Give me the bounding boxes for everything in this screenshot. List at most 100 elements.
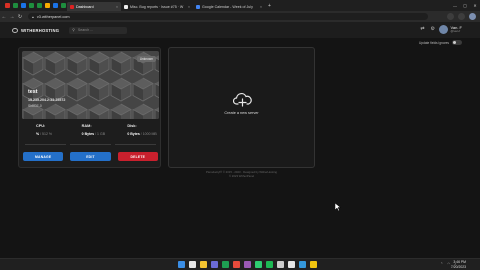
stat-label: Disk: xyxy=(127,124,137,128)
search-input[interactable]: ⚲ Search ... xyxy=(69,26,128,34)
tab-close-icon[interactable]: × xyxy=(260,5,262,9)
tab-close-icon[interactable]: × xyxy=(116,5,118,9)
logo-text: WITHERHOSTING xyxy=(21,27,60,33)
browser-tab[interactable]: Google Calendar - Week of July × xyxy=(193,2,265,11)
footer-line: © 2023 WitherPanel xyxy=(228,174,255,178)
taskbar-app-icon[interactable] xyxy=(288,261,295,268)
server-card: Unknown test 15.235.204.2:33:25572 ShbCE… xyxy=(18,47,161,168)
toggle-switch[interactable] xyxy=(452,40,462,45)
clock-time: 3:46 PM xyxy=(453,260,466,264)
pinned-tab-icon[interactable] xyxy=(36,3,42,8)
server-node: ShbCE-0 xyxy=(28,104,42,108)
usage-bars xyxy=(25,144,156,145)
tab-favicon-icon xyxy=(196,4,200,9)
chevron-up-icon[interactable]: ⌃ xyxy=(440,262,443,266)
pinned-tab-icon[interactable] xyxy=(60,3,66,8)
new-tab-button[interactable]: + xyxy=(265,1,274,10)
taskbar-app-icon[interactable] xyxy=(244,261,251,268)
taskbar-app-icon[interactable] xyxy=(211,261,218,268)
pinned-tab-icon[interactable] xyxy=(44,3,50,8)
taskbar-apps xyxy=(178,261,317,268)
status-badge: Unknown xyxy=(136,56,156,62)
tab-label: Google Calendar - Week of July xyxy=(202,4,253,9)
taskbar-app-icon[interactable] xyxy=(189,261,196,268)
stat-value: 0 Bytes / 1000 MB xyxy=(127,132,157,136)
taskbar-app-icon[interactable] xyxy=(266,261,273,268)
toggle-label: Update fields ignores xyxy=(419,40,449,45)
search-icon: ⚲ xyxy=(72,28,75,32)
app-header: WITHERHOSTING ⚲ Search ... ⇄ ⚙ Van. F @v… xyxy=(0,22,480,38)
footer: Pterodactyl® © 2015 - 2023 · Designed by… xyxy=(168,170,315,178)
user-menu[interactable]: Van. F @van.f xyxy=(438,25,462,34)
logo-icon xyxy=(12,27,18,33)
server-stats: CPU: % / 512 % RAM: 0 Bytes / 1 GB Disk:… xyxy=(22,124,159,136)
stat-value: % / 512 % xyxy=(36,132,52,136)
browser-toolbar xyxy=(447,13,476,20)
stat-ram: RAM: 0 Bytes / 1 GB xyxy=(68,124,114,136)
taskbar-app-icon[interactable] xyxy=(233,261,240,268)
profile-avatar[interactable] xyxy=(469,13,476,20)
server-actions: MANAGE EDIT DELETE xyxy=(23,152,158,161)
create-server-label: Create a new server xyxy=(224,111,259,115)
back-icon[interactable]: ← xyxy=(0,14,8,20)
logo[interactable]: WITHERHOSTING xyxy=(12,27,60,33)
stat-label: RAM: xyxy=(81,124,92,128)
avatar xyxy=(438,25,448,34)
window-controls: — ▢ ✕ xyxy=(450,0,480,11)
edit-button[interactable]: EDIT xyxy=(70,152,111,161)
reload-icon[interactable]: ↻ xyxy=(16,14,24,20)
extension-icon[interactable] xyxy=(447,13,454,20)
taskbar-app-icon[interactable] xyxy=(310,261,317,268)
clock-date: 7/20/2023 xyxy=(450,264,466,269)
taskbar-app-icon[interactable] xyxy=(255,261,262,268)
delete-button[interactable]: DELETE xyxy=(117,152,158,161)
usage-bar xyxy=(25,144,66,145)
server-name: test xyxy=(28,89,38,95)
minimize-icon[interactable]: — xyxy=(450,3,460,8)
tab-close-icon[interactable]: × xyxy=(188,5,190,9)
usage-bar xyxy=(115,144,156,145)
pinned-tab-icon[interactable] xyxy=(20,3,26,8)
taskbar-app-icon[interactable] xyxy=(222,261,229,268)
mouse-cursor-icon xyxy=(335,203,341,211)
usage-bar xyxy=(70,144,111,145)
browser-tab[interactable]: Dashboard × xyxy=(67,2,121,11)
server-banner: Unknown test 15.235.204.2:33:25572 ShbCE… xyxy=(22,51,159,119)
tab-favicon-icon xyxy=(70,4,74,9)
header-actions: ⇄ ⚙ xyxy=(420,26,435,32)
browser-tab-strip: Dashboard × Misc. Bug reports · Issue #75 … xyxy=(0,0,480,11)
user-handle: @van.f xyxy=(450,29,461,33)
pinned-tab-icon[interactable] xyxy=(28,3,34,8)
tab-label: Dashboard xyxy=(76,4,94,9)
url-field[interactable]: 🔒︎ v3.witherpanel.com xyxy=(28,13,428,20)
taskbar-app-icon[interactable] xyxy=(178,261,185,268)
stat-cpu: CPU: % / 512 % xyxy=(22,124,68,136)
stat-label: CPU: xyxy=(36,124,46,128)
search-placeholder: Search ... xyxy=(77,28,94,32)
close-window-icon[interactable]: ✕ xyxy=(470,3,480,8)
tab-favicon-icon xyxy=(124,4,128,9)
maximize-icon[interactable]: ▢ xyxy=(460,3,470,8)
stat-value: 0 Bytes / 1 GB xyxy=(81,132,106,136)
taskbar-app-icon[interactable] xyxy=(200,261,207,268)
pinned-tab-icon[interactable] xyxy=(4,3,10,8)
create-server-card[interactable]: Create a new server xyxy=(168,47,315,168)
lock-icon: 🔒︎ xyxy=(32,14,34,19)
browser-tab[interactable]: Misc. Bug reports · Issue #75 · W × xyxy=(121,2,193,11)
tab-list: Dashboard × Misc. Bug reports · Issue #75 … xyxy=(67,0,265,11)
stat-disk: Disk: 0 Bytes / 1000 MB xyxy=(113,124,159,136)
taskbar-app-icon[interactable] xyxy=(299,261,306,268)
url-text: v3.witherpanel.com xyxy=(36,14,70,19)
extension-icon[interactable] xyxy=(458,13,465,20)
manage-button[interactable]: MANAGE xyxy=(23,152,64,161)
switch-icon[interactable]: ⇄ xyxy=(420,26,424,32)
taskbar: ⌃ ◠ ♪ 3:46 PM 7/20/2023 xyxy=(0,258,480,270)
wifi-icon[interactable]: ◠ xyxy=(447,262,450,266)
settings-icon[interactable]: ⚙ xyxy=(431,26,435,32)
forward-icon[interactable]: → xyxy=(8,14,16,20)
pinned-tab-icon[interactable] xyxy=(12,3,18,8)
server-address[interactable]: 15.235.204.2:33:25572 xyxy=(28,98,65,102)
taskbar-app-icon[interactable] xyxy=(277,261,284,268)
clock[interactable]: 3:46 PM 7/20/2023 xyxy=(451,260,466,269)
pinned-tab-icon[interactable] xyxy=(52,3,58,8)
